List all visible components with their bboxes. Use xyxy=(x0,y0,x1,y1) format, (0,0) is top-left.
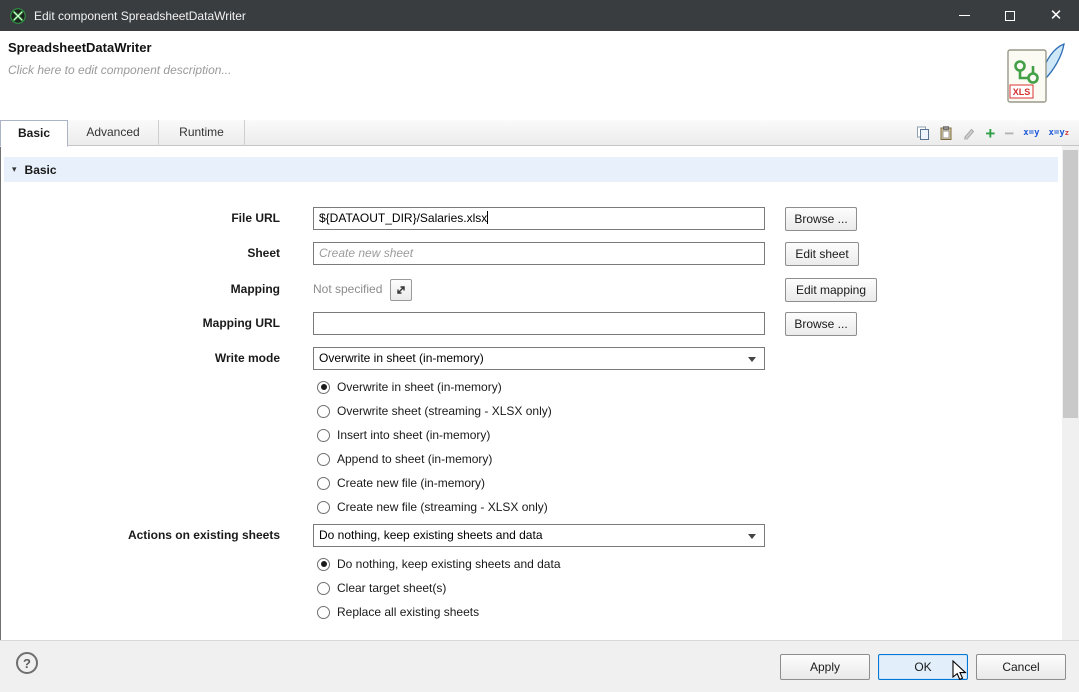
remove-icon[interactable]: − xyxy=(1004,124,1014,142)
paste-icon[interactable] xyxy=(939,124,953,142)
file-url-label: File URL xyxy=(20,207,280,230)
file-url-browse-button[interactable]: Browse ... xyxy=(785,207,857,231)
actions-on-existing-sheets-label: Actions on existing sheets xyxy=(20,524,280,547)
help-button[interactable]: ? xyxy=(16,652,38,674)
apply-button[interactable]: Apply xyxy=(780,654,870,680)
radio-icon[interactable] xyxy=(317,582,330,595)
dialog-header: SpreadsheetDataWriter Click here to edit… xyxy=(0,31,1079,120)
mapping-url-browse-button[interactable]: Browse ... xyxy=(785,312,857,336)
sheet-input[interactable]: Create new sheet xyxy=(313,242,765,265)
copy-icon[interactable] xyxy=(916,124,930,142)
section-title: Basic xyxy=(25,163,57,177)
simple-mapping-icon[interactable]: x=y xyxy=(1023,124,1039,142)
close-button[interactable]: ✕ xyxy=(1033,0,1079,31)
app-icon xyxy=(10,8,26,24)
minimize-icon xyxy=(959,15,970,16)
actions-option-2[interactable]: Replace all existing sheets xyxy=(317,601,479,623)
write-mode-option-3[interactable]: Append to sheet (in-memory) xyxy=(317,448,492,470)
icon-xls-label: XLS xyxy=(1013,87,1031,97)
tab-basic[interactable]: Basic xyxy=(0,120,68,147)
maximize-icon xyxy=(1005,11,1015,21)
cancel-button[interactable]: Cancel xyxy=(976,654,1066,680)
mouse-cursor xyxy=(952,660,972,682)
write-mode-selected-value: Overwrite in sheet (in-memory) xyxy=(319,351,484,365)
section-basic-header[interactable]: ▾ Basic xyxy=(4,157,1058,182)
vertical-scrollbar[interactable] xyxy=(1062,146,1079,640)
help-icon: ? xyxy=(23,656,31,671)
radio-icon[interactable] xyxy=(317,405,330,418)
chevron-down-icon xyxy=(748,357,756,362)
edit-sheet-button[interactable]: Edit sheet xyxy=(785,242,859,266)
radio-icon[interactable] xyxy=(317,606,330,619)
sheet-label: Sheet xyxy=(20,242,280,265)
text-caret xyxy=(487,211,488,224)
expand-diagonal-icon xyxy=(395,284,407,296)
close-icon: ✕ xyxy=(1050,8,1063,23)
radio-icon[interactable] xyxy=(317,501,330,514)
tab-bar: Basic Advanced Runtime + − x=y x=yz xyxy=(0,120,1079,146)
write-mode-label: Write mode xyxy=(20,347,280,370)
minimize-button[interactable] xyxy=(941,0,987,31)
component-name: SpreadsheetDataWriter xyxy=(8,40,152,55)
tab-advanced[interactable]: Advanced xyxy=(68,120,159,146)
radio-icon[interactable] xyxy=(317,381,330,394)
write-mode-combobox[interactable]: Overwrite in sheet (in-memory) xyxy=(313,347,765,370)
open-mapping-editor-button[interactable] xyxy=(390,279,412,301)
advanced-mapping-icon[interactable]: x=yz xyxy=(1049,124,1069,142)
mapping-label: Mapping xyxy=(20,278,280,301)
radio-icon[interactable] xyxy=(317,558,330,571)
mapping-url-input[interactable] xyxy=(313,312,765,335)
collapse-twistie-icon[interactable]: ▾ xyxy=(12,164,17,175)
actions-option-0[interactable]: Do nothing, keep existing sheets and dat… xyxy=(317,553,561,575)
write-mode-option-0[interactable]: Overwrite in sheet (in-memory) xyxy=(317,376,502,398)
clear-icon[interactable] xyxy=(962,124,976,142)
maximize-button[interactable] xyxy=(987,0,1033,31)
chevron-down-icon xyxy=(748,534,756,539)
edit-mapping-button[interactable]: Edit mapping xyxy=(785,278,877,302)
write-mode-option-5[interactable]: Create new file (streaming - XLSX only) xyxy=(317,496,548,518)
title-bar[interactable]: Edit component SpreadsheetDataWriter ✕ xyxy=(0,0,1079,31)
write-mode-option-2[interactable]: Insert into sheet (in-memory) xyxy=(317,424,490,446)
sheet-placeholder: Create new sheet xyxy=(319,246,413,260)
write-mode-option-1[interactable]: Overwrite sheet (streaming - XLSX only) xyxy=(317,400,552,422)
add-icon[interactable]: + xyxy=(985,124,995,142)
scrollbar-thumb[interactable] xyxy=(1063,150,1078,418)
window-title: Edit component SpreadsheetDataWriter xyxy=(34,9,246,23)
write-mode-option-4[interactable]: Create new file (in-memory) xyxy=(317,472,485,494)
component-description-field[interactable]: Click here to edit component description… xyxy=(8,63,231,77)
actions-on-existing-sheets-combobox[interactable]: Do nothing, keep existing sheets and dat… xyxy=(313,524,765,547)
actions-option-1[interactable]: Clear target sheet(s) xyxy=(317,577,446,599)
radio-icon[interactable] xyxy=(317,477,330,490)
actions-selected-value: Do nothing, keep existing sheets and dat… xyxy=(319,528,543,542)
file-url-value: ${DATAOUT_DIR}/Salaries.xlsx xyxy=(319,211,487,225)
file-url-input[interactable]: ${DATAOUT_DIR}/Salaries.xlsx xyxy=(313,207,765,230)
spreadsheet-writer-icon: XLS xyxy=(1002,41,1068,113)
radio-icon[interactable] xyxy=(317,429,330,442)
edit-component-dialog: Edit component SpreadsheetDataWriter ✕ S… xyxy=(0,0,1079,692)
mapping-url-label: Mapping URL xyxy=(20,312,280,335)
dialog-footer: ? Apply OK Cancel xyxy=(0,640,1079,692)
radio-icon[interactable] xyxy=(317,453,330,466)
tab-runtime[interactable]: Runtime xyxy=(159,120,245,146)
mapping-status: Not specified xyxy=(313,278,382,301)
